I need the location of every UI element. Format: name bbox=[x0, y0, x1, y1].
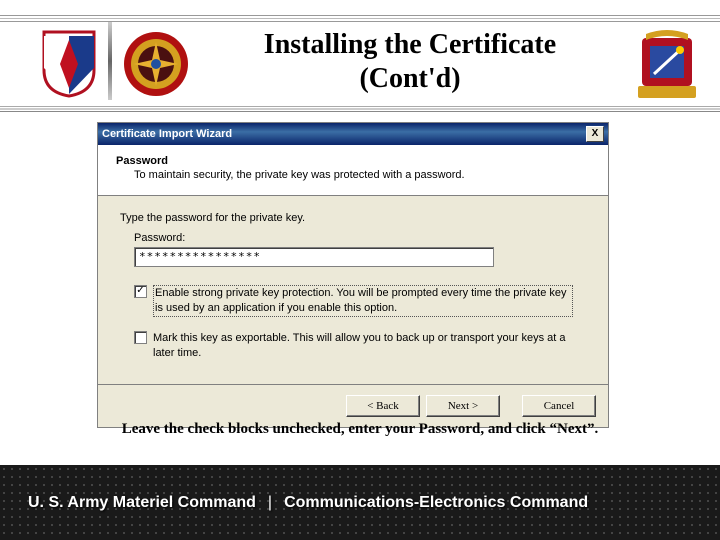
exportable-key-label: Mark this key as exportable. This will a… bbox=[153, 331, 573, 361]
amc-shield-emblem bbox=[40, 30, 98, 103]
wizard-header: Password To maintain security, the priva… bbox=[98, 145, 608, 196]
wizard-subheading: To maintain security, the private key wa… bbox=[134, 169, 590, 181]
strong-protection-option[interactable]: ✓ Enable strong private key protection. … bbox=[134, 285, 586, 317]
footer-right: Communications-Electronics Command bbox=[284, 494, 588, 512]
slide-header: Installing the Certificate (Cont'd) bbox=[0, 0, 720, 105]
slide-title: Installing the Certificate (Cont'd) bbox=[210, 28, 610, 95]
exportable-key-option[interactable]: Mark this key as exportable. This will a… bbox=[134, 331, 586, 361]
cecom-crest-emblem bbox=[636, 28, 698, 107]
checkbox-icon[interactable]: ✓ bbox=[134, 285, 147, 298]
password-field[interactable]: **************** bbox=[134, 247, 494, 267]
wizard-heading: Password bbox=[116, 155, 590, 167]
next-button[interactable]: Next > bbox=[426, 395, 500, 417]
password-prompt: Type the password for the private key. bbox=[120, 212, 586, 224]
footer-separator: | bbox=[268, 494, 272, 512]
slide-footer: U. S. Army Materiel Command | Communicat… bbox=[0, 465, 720, 540]
checkbox-icon[interactable] bbox=[134, 331, 147, 344]
footer-left: U. S. Army Materiel Command bbox=[28, 494, 256, 512]
cancel-button[interactable]: Cancel bbox=[522, 395, 596, 417]
back-button[interactable]: < Back bbox=[346, 395, 420, 417]
star-medal-emblem bbox=[120, 28, 192, 105]
header-underline bbox=[0, 106, 720, 112]
strong-protection-label: Enable strong private key protection. Yo… bbox=[153, 285, 573, 317]
wizard-body: Type the password for the private key. P… bbox=[98, 196, 608, 384]
certificate-import-wizard-window: Certificate Import Wizard X Password To … bbox=[97, 122, 609, 428]
close-button[interactable]: X bbox=[586, 126, 604, 142]
window-titlebar[interactable]: Certificate Import Wizard X bbox=[98, 123, 608, 145]
header-divider bbox=[108, 22, 112, 100]
instruction-caption: Leave the check blocks unchecked, enter … bbox=[0, 421, 720, 438]
password-label: Password: bbox=[134, 232, 586, 244]
window-title-text: Certificate Import Wizard bbox=[102, 128, 232, 140]
